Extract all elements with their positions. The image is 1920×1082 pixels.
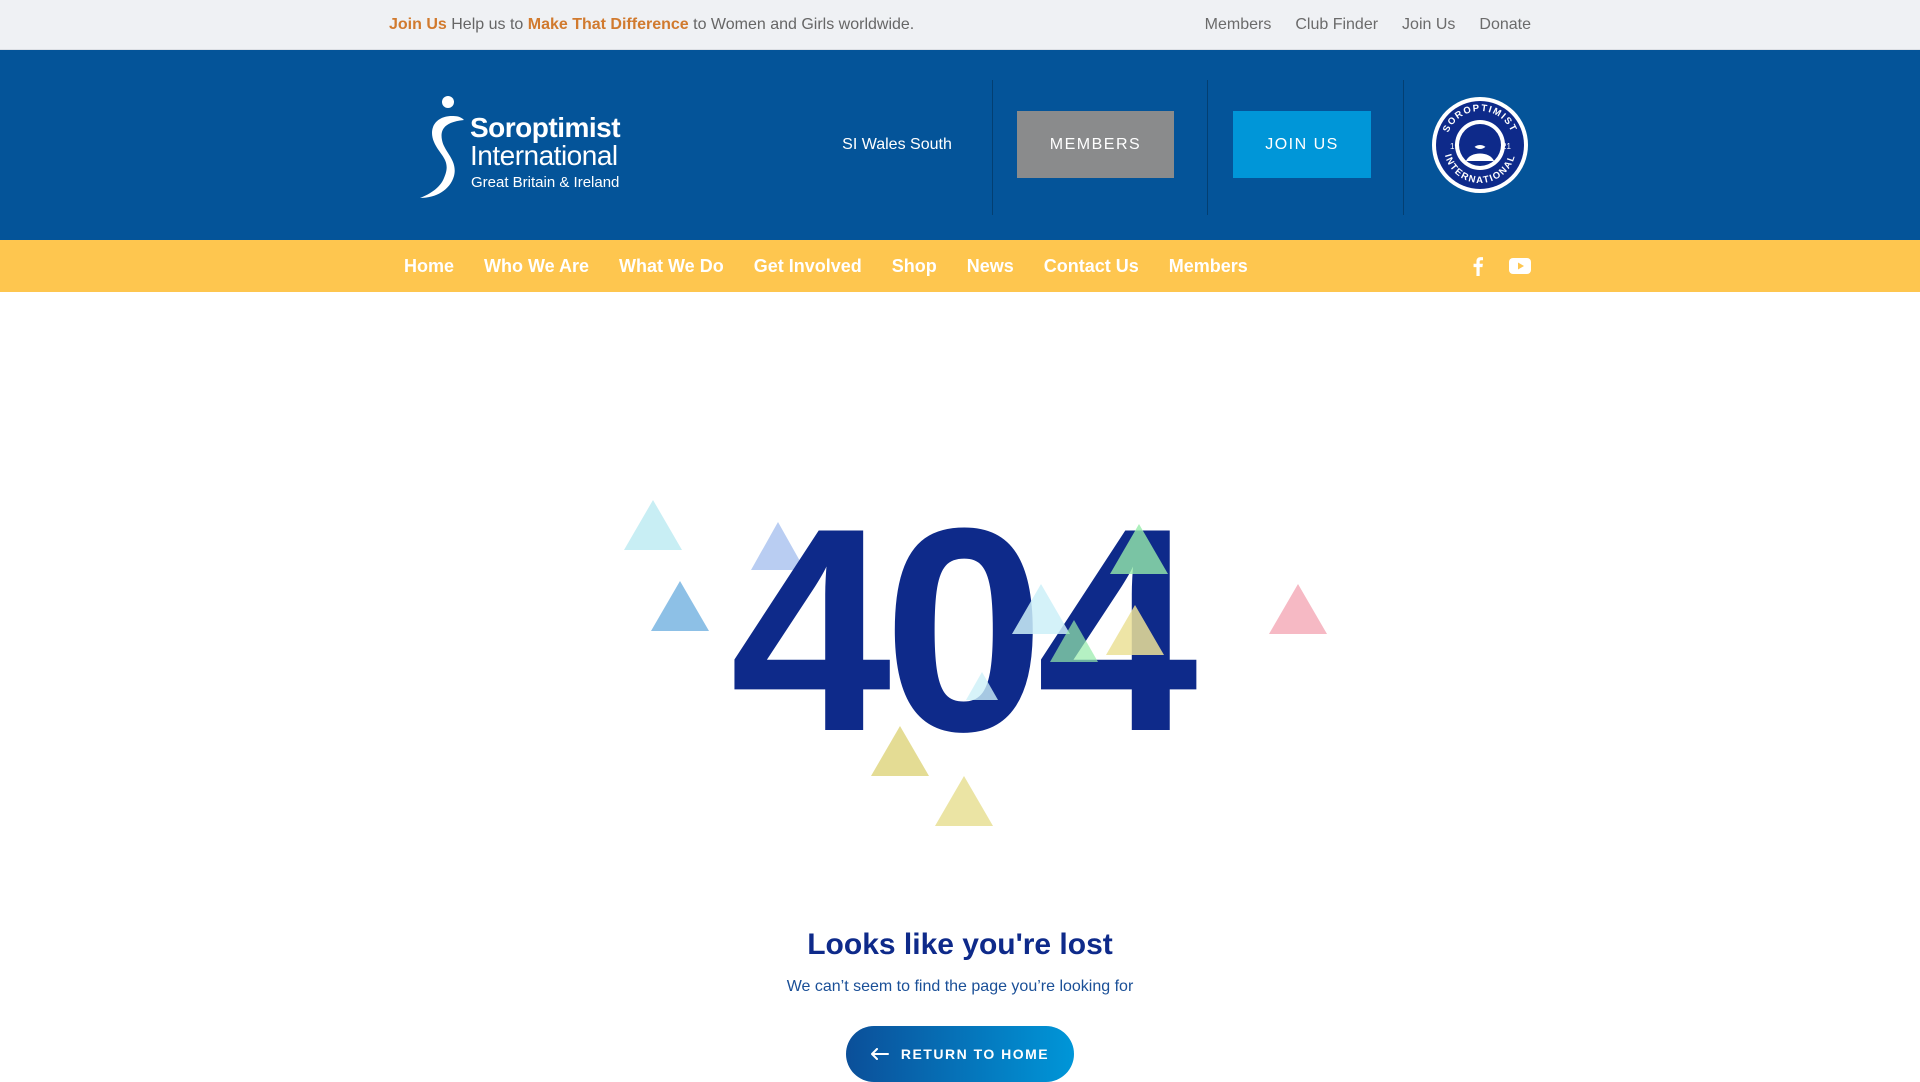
site-header: Soroptimist International Great Britain … — [0, 50, 1920, 240]
members-button[interactable]: MEMBERS — [1017, 111, 1174, 178]
social-links — [1471, 240, 1531, 292]
nav-item-members[interactable]: Members — [1154, 256, 1263, 277]
arrow-left-icon — [870, 1048, 889, 1060]
join-us-button[interactable]: JOIN US — [1233, 111, 1371, 178]
top-link-donate[interactable]: Donate — [1479, 16, 1531, 34]
top-link-members[interactable]: Members — [1205, 16, 1272, 34]
decorative-triangle — [1110, 524, 1168, 574]
header-divider — [1207, 80, 1208, 215]
logo-line-2: International — [470, 140, 618, 171]
error-code: 404 — [730, 468, 1198, 792]
logo-figure-icon — [420, 96, 464, 198]
return-home-button[interactable]: RETURN TO HOME — [846, 1026, 1074, 1082]
badge-emblem-icon: SOROPTIMIST INTERNATIONAL 19 21 — [1432, 97, 1528, 193]
nav-item-shop[interactable]: Shop — [877, 256, 952, 277]
facebook-icon[interactable] — [1471, 256, 1485, 276]
top-link-club-finder[interactable]: Club Finder — [1295, 16, 1378, 34]
return-home-label: RETURN TO HOME — [900, 1046, 1050, 1062]
top-link-join-us[interactable]: Join Us — [1402, 16, 1455, 34]
error-graphic: 404 — [0, 480, 1920, 860]
header-divider — [1403, 80, 1404, 215]
region-label[interactable]: SI Wales South — [822, 50, 972, 240]
error-title: Looks like you're lost — [807, 928, 1113, 961]
nav-items: Home Who We Are What We Do Get Involved … — [389, 240, 1263, 292]
logo-line-3: Great Britain & Ireland — [471, 174, 620, 191]
tagline: Join Us Help us to Make That Difference … — [389, 0, 914, 50]
decorative-triangle — [1050, 620, 1098, 662]
decorative-triangle — [1106, 605, 1164, 655]
centenary-badge[interactable]: SOROPTIMIST INTERNATIONAL 19 21 — [1430, 95, 1530, 195]
tagline-join-link[interactable]: Join Us — [389, 16, 447, 33]
badge-year-right: 21 — [1502, 142, 1511, 151]
nav-item-what-we-do[interactable]: What We Do — [604, 256, 739, 277]
tagline-highlight: Make That Difference — [527, 16, 689, 33]
top-links: Members Club Finder Join Us Donate — [1205, 0, 1531, 50]
youtube-icon[interactable] — [1509, 258, 1531, 274]
nav-item-contact-us[interactable]: Contact Us — [1029, 256, 1154, 277]
decorative-triangle — [966, 672, 998, 700]
badge-year-left: 19 — [1450, 142, 1459, 151]
nav-item-who-we-are[interactable]: Who We Are — [469, 256, 604, 277]
main-nav: Home Who We Are What We Do Get Involved … — [0, 240, 1920, 292]
nav-item-home[interactable]: Home — [389, 256, 469, 277]
nav-item-news[interactable]: News — [952, 256, 1029, 277]
tagline-text-2: to Women and Girls worldwide. — [688, 16, 915, 33]
tagline-text-1: Help us to — [446, 16, 528, 33]
nav-item-get-involved[interactable]: Get Involved — [739, 256, 877, 277]
header-divider — [992, 80, 993, 215]
error-subtitle: We can’t seem to find the page you’re lo… — [786, 978, 1134, 995]
top-bar: Join Us Help us to Make That Difference … — [0, 0, 1920, 50]
site-logo[interactable]: Soroptimist International Great Britain … — [414, 94, 630, 200]
